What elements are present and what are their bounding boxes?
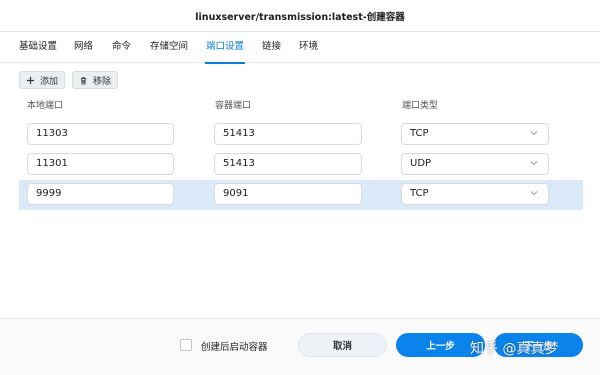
chevron-down-icon	[530, 131, 538, 136]
add-button[interactable]: 添加	[19, 71, 66, 89]
chevron-down-icon	[530, 161, 538, 166]
tab-storage[interactable]: 存储空间	[150, 32, 188, 63]
autostart-label: 创建后启动容器	[201, 342, 268, 353]
cancel-button[interactable]: 取消	[298, 333, 387, 357]
remove-button-label: 移除	[93, 76, 112, 87]
container-port-input[interactable]: 51413	[214, 123, 362, 145]
window-title: linuxserver/transmission:latest-创建容器	[0, 0, 600, 32]
port-row[interactable]: 9999 9091 TCP	[19, 180, 583, 210]
tab-basic-settings[interactable]: 基础设置	[19, 32, 57, 63]
tab-port-settings[interactable]: 端口设置	[204, 32, 246, 64]
port-type-select[interactable]: TCP	[401, 123, 549, 145]
plus-icon	[26, 76, 35, 84]
dialog-footer: 创建后启动容器 取消 上一步 下一步	[0, 318, 600, 375]
tab-environment[interactable]: 环境	[299, 32, 318, 63]
container-port-input[interactable]: 51413	[214, 153, 362, 175]
tab-command[interactable]: 命令	[112, 32, 131, 63]
port-type-value: TCP	[410, 188, 429, 199]
autostart-checkbox[interactable]	[180, 339, 192, 351]
trash-icon	[80, 76, 87, 85]
tab-network[interactable]: 网络	[74, 32, 93, 63]
tab-links[interactable]: 链接	[262, 32, 281, 63]
column-header-container-port: 容器端口	[215, 101, 252, 111]
chevron-down-icon	[530, 191, 538, 196]
port-row[interactable]: 11301 51413 UDP	[19, 150, 583, 180]
add-button-label: 添加	[40, 76, 59, 87]
port-type-select[interactable]: TCP	[401, 183, 549, 205]
next-step-button[interactable]: 下一步	[494, 333, 583, 357]
previous-step-button[interactable]: 上一步	[396, 333, 485, 357]
port-type-select[interactable]: UDP	[401, 153, 549, 175]
container-port-input[interactable]: 9091	[214, 183, 362, 205]
column-header-local-port: 本地端口	[27, 101, 64, 111]
local-port-input[interactable]: 9999	[27, 183, 174, 205]
column-header-port-type: 端口类型	[402, 101, 439, 111]
port-type-value: TCP	[410, 128, 429, 139]
remove-button[interactable]: 移除	[72, 71, 119, 89]
port-row[interactable]: 11303 51413 TCP	[19, 120, 583, 150]
local-port-input[interactable]: 11301	[27, 153, 174, 175]
local-port-input[interactable]: 11303	[27, 123, 174, 145]
tab-bar: 基础设置 网络 命令 存储空间 端口设置 链接 环境	[0, 32, 600, 64]
port-type-value: UDP	[410, 158, 432, 169]
